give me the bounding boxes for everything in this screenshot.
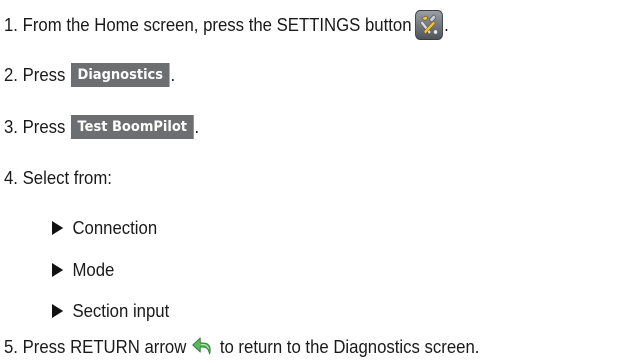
step-3-end: .	[194, 117, 200, 137]
option-label: Connection	[72, 218, 158, 238]
return-arrow-icon	[192, 337, 211, 355]
step-4-number: 4.	[4, 168, 18, 188]
step-3-text: Press	[22, 117, 66, 137]
step-2-number: 2.	[4, 65, 18, 85]
option-label: Mode	[72, 260, 115, 280]
bullet-arrow-icon	[52, 263, 64, 277]
step-4: 4. Select from:	[4, 166, 112, 190]
step-1: 1. From the Home screen, press the SETTI…	[4, 10, 449, 40]
diagnostics-button: Diagnostics	[71, 63, 170, 87]
step-4-text: Select from:	[22, 168, 112, 188]
step-1-text: From the Home screen, press the SETTINGS…	[22, 15, 412, 35]
option-label: Section input	[72, 301, 170, 321]
step-5-number: 5.	[4, 337, 18, 357]
test-boompilot-button: Test BoomPilot	[71, 115, 194, 139]
option-section-input: Section input	[52, 299, 169, 323]
settings-tools-icon	[415, 10, 444, 40]
step-2-end: .	[170, 65, 176, 85]
bullet-arrow-icon	[52, 304, 64, 318]
step-3-number: 3.	[4, 117, 18, 137]
step-1-end: .	[444, 15, 449, 35]
bullet-arrow-icon	[52, 221, 64, 235]
option-connection: Connection	[52, 216, 157, 240]
step-5: 5. Press RETURN arrow to return to the D…	[4, 334, 479, 360]
option-mode: Mode	[52, 258, 114, 282]
step-1-number: 1.	[4, 15, 18, 35]
step-2: 2. Press Diagnostics .	[4, 63, 175, 87]
step-5-text: Press RETURN arrow	[22, 337, 187, 357]
step-2-text: Press	[22, 65, 66, 85]
step-3: 3. Press Test BoomPilot .	[4, 115, 199, 139]
step-5-end: to return to the Diagnostics screen.	[219, 337, 480, 357]
